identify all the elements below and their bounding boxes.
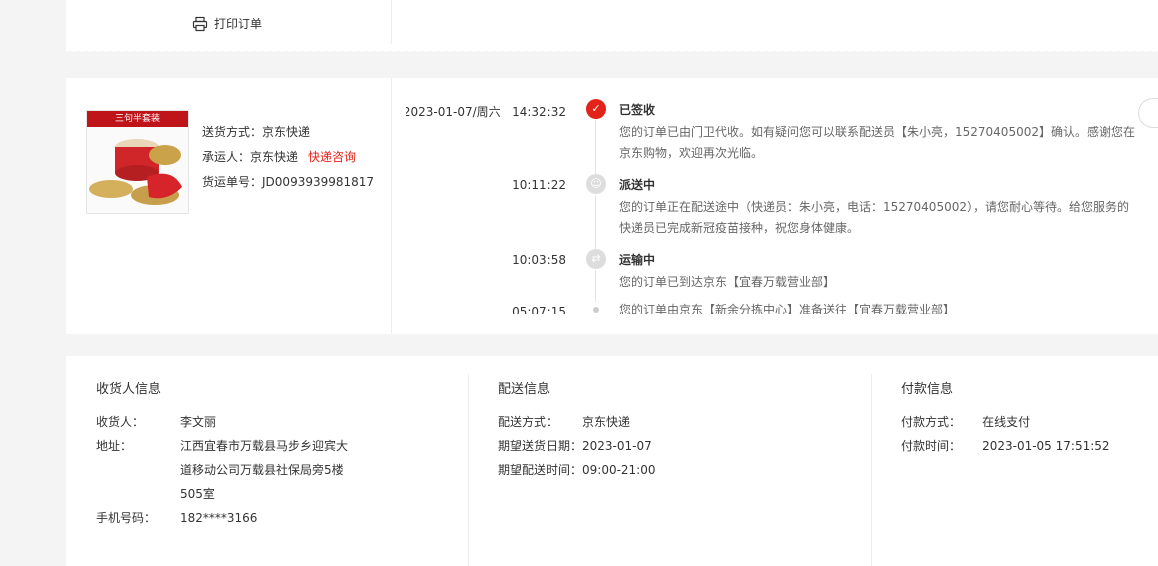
timeline-desc: 您的订单由京东【新余分拣中心】准备送往【宜春万载营业部】 bbox=[619, 303, 956, 314]
delivery-person-icon: ☺ bbox=[586, 174, 606, 194]
address-row: 地址： 江西宜春市万载县马步乡迎宾大道移动公司万载县社保局旁5楼505室 bbox=[96, 434, 468, 506]
phone-label: 手机号码： bbox=[96, 511, 157, 525]
payment-time-value: 2023-01-05 17:51:52 bbox=[982, 439, 1110, 453]
timeline-date: 2023-01-07/周六 bbox=[406, 105, 501, 119]
ship-method-value: 京东快递 bbox=[262, 125, 311, 139]
check-icon: ✓ bbox=[586, 99, 606, 119]
receiver-name-label: 收货人： bbox=[96, 415, 145, 429]
timeline-line bbox=[595, 270, 596, 302]
timeline-item: 10:03:58 ⇄ 运输中 您的订单已到达京东【宜春万载营业部】 bbox=[406, 248, 1146, 302]
delivery-date-row: 期望送货日期： 2023-01-07 bbox=[498, 434, 870, 458]
order-actions-card: 打印订单 bbox=[66, 0, 1158, 52]
delivery-time-value: 09:00-21:00 bbox=[582, 463, 656, 477]
print-order-button[interactable]: 打印订单 bbox=[192, 15, 262, 32]
ship-method-label: 送货方式： bbox=[202, 125, 263, 139]
timeline-title: 运输中 bbox=[619, 253, 656, 267]
timeline-line bbox=[595, 120, 596, 174]
delivery-date-value: 2023-01-07 bbox=[582, 439, 652, 453]
payment-info: 付款信息 付款方式： 在线支付 付款时间： 2023-01-05 17:51:52 bbox=[901, 356, 1151, 566]
logistics-timeline: 2023-01-07/周六 14:32:32 ✓ 已签收 您的订单已由门卫代收。… bbox=[406, 98, 1146, 314]
transit-icon: ⇄ bbox=[586, 249, 606, 269]
payment-method-value: 在线支付 bbox=[982, 415, 1031, 429]
phone-value: 182****3166 bbox=[180, 511, 258, 525]
phone-row: 手机号码： 182****3166 bbox=[96, 506, 468, 530]
timeline-desc: 您的订单已到达京东【宜春万载营业部】 bbox=[619, 275, 836, 289]
tracking-label: 货运单号： bbox=[202, 175, 263, 189]
shipment-card: 三句半套装 送货方式：京东快递 承运人：京东快递 快递咨询 货运单号：JD0093… bbox=[66, 78, 1158, 334]
print-order-label: 打印订单 bbox=[214, 17, 263, 31]
carrier-row: 承运人：京东快递 快递咨询 bbox=[202, 145, 374, 170]
timeline-time: 10:11:22 bbox=[512, 178, 566, 192]
divider bbox=[391, 0, 392, 44]
printer-icon bbox=[192, 16, 208, 31]
delivery-method-value: 京东快递 bbox=[582, 415, 631, 429]
timeline-item: 2023-01-07/周六 14:32:32 ✓ 已签收 您的订单已由门卫代收。… bbox=[406, 98, 1146, 174]
carrier-label: 承运人： bbox=[202, 150, 251, 164]
payment-title: 付款信息 bbox=[901, 382, 954, 397]
timeline-time: 10:03:58 bbox=[512, 253, 566, 267]
delivery-time-row: 期望配送时间： 09:00-21:00 bbox=[498, 458, 870, 482]
delivery-method-row: 配送方式： 京东快递 bbox=[498, 410, 870, 434]
carrier-value: 京东快递 bbox=[250, 150, 299, 164]
divider bbox=[468, 374, 469, 566]
delivery-info: 配送信息 配送方式： 京东快递 期望送货日期： 2023-01-07 期望配送时间：… bbox=[498, 356, 870, 566]
delivery-date-label: 期望送货日期： bbox=[498, 439, 583, 453]
receiver-name: 李文丽 bbox=[180, 415, 217, 429]
receiver-info: 收货人信息 收货人： 李文丽 地址： 江西宜春市万载县马步乡迎宾大道移动公司万载县社… bbox=[96, 356, 468, 566]
divider bbox=[871, 374, 872, 566]
zigzag-divider bbox=[66, 46, 1158, 54]
ship-method-row: 送货方式：京东快递 bbox=[202, 120, 374, 145]
timeline-time: 05:07:15 bbox=[512, 305, 566, 314]
timeline-title: 已签收 bbox=[619, 103, 656, 117]
product-image[interactable]: 三句半套装 bbox=[86, 110, 189, 214]
order-info-card: 收货人信息 收货人： 李文丽 地址： 江西宜春市万载县马步乡迎宾大道移动公司万载县社… bbox=[66, 356, 1158, 566]
timeline-desc: 您的订单已由门卫代收。如有疑问您可以联系配送员【朱小亮，15270405002】… bbox=[619, 125, 1135, 160]
receiver-name-row: 收货人： 李文丽 bbox=[96, 410, 468, 434]
payment-time-label: 付款时间： bbox=[901, 439, 962, 453]
product-banner: 三句半套装 bbox=[87, 111, 188, 127]
delivery-method-label: 配送方式： bbox=[498, 415, 559, 429]
timeline-datetime: 2023-01-07/周六 14:32:32 bbox=[406, 103, 566, 120]
payment-method-row: 付款方式： 在线支付 bbox=[901, 410, 1151, 434]
tracking-number: JD0093939981817 bbox=[262, 175, 375, 189]
timeline-item: 10:11:22 ☺ 派送中 您的订单正在配送途中（快递员：朱小亮，电话：152… bbox=[406, 173, 1146, 249]
divider bbox=[391, 78, 392, 334]
address-value: 江西宜春市万载县马步乡迎宾大道移动公司万载县社保局旁5楼505室 bbox=[180, 439, 349, 501]
payment-time-row: 付款时间： 2023-01-05 17:51:52 bbox=[901, 434, 1151, 458]
timeline-time: 14:32:32 bbox=[512, 105, 566, 119]
receiver-title: 收货人信息 bbox=[96, 382, 162, 397]
timeline-desc: 您的订单正在配送途中（快递员：朱小亮，电话：15270405002），请您耐心等… bbox=[619, 200, 1129, 235]
tracking-row: 货运单号：JD0093939981817 bbox=[202, 170, 374, 195]
timeline-item: 05:07:15 您的订单由京东【新余分拣中心】准备送往【宜春万载营业部】 bbox=[406, 300, 1146, 314]
timeline-line bbox=[595, 195, 596, 249]
drum-cymbal-illustration bbox=[89, 139, 182, 205]
timeline-dot bbox=[593, 307, 599, 313]
delivery-time-label: 期望配送时间： bbox=[498, 463, 583, 477]
courier-consult-link[interactable]: 快递咨询 bbox=[308, 150, 356, 164]
delivery-title: 配送信息 bbox=[498, 382, 551, 397]
shipment-info: 送货方式：京东快递 承运人：京东快递 快递咨询 货运单号：JD0093939981… bbox=[202, 120, 374, 195]
address-label: 地址： bbox=[96, 439, 133, 453]
timeline-title: 派送中 bbox=[619, 178, 656, 192]
payment-method-label: 付款方式： bbox=[901, 415, 962, 429]
